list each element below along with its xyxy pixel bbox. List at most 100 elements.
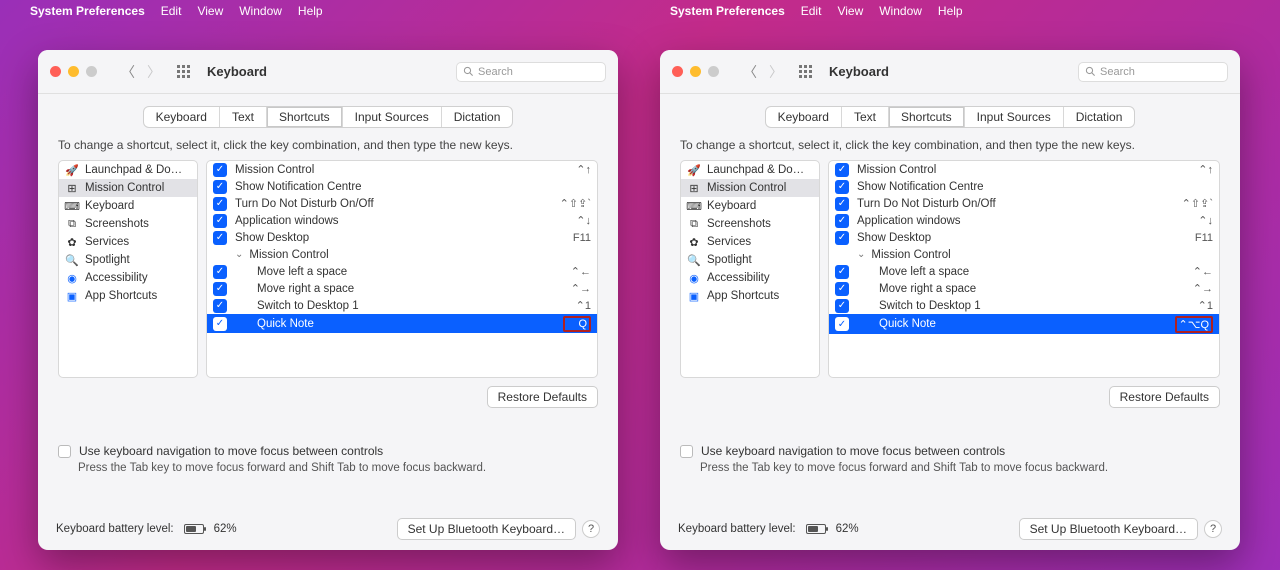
shortcut-row[interactable]: ✓Application windows⌃↓ — [207, 212, 597, 229]
checkbox-icon[interactable]: ✓ — [213, 214, 227, 228]
show-all-icon[interactable] — [177, 65, 191, 79]
forward-button[interactable]: 〉 — [147, 62, 161, 82]
menu-edit[interactable]: Edit — [161, 4, 182, 18]
shortcut-list[interactable]: ✓Mission Control⌃↑ ✓Show Notification Ce… — [206, 160, 598, 378]
checkbox-icon[interactable]: ✓ — [213, 163, 227, 177]
shortcut-row[interactable]: ✓Show DesktopF11 — [829, 229, 1219, 246]
checkbox-icon[interactable]: ✓ — [213, 197, 227, 211]
sidebar-item-launchpad[interactable]: 🚀Launchpad & Do… — [59, 161, 197, 179]
shortcut-group[interactable]: ✓⌄Mission Control — [829, 246, 1219, 263]
shortcut-row[interactable]: ✓Move left a space⌃← — [829, 263, 1219, 280]
shortcut-row[interactable]: ✓Mission Control⌃↑ — [207, 161, 597, 178]
shortcut-row-quick-note[interactable]: ✓Quick Note⌃⌥Q — [829, 314, 1219, 334]
sidebar-item-keyboard[interactable]: ⌨Keyboard — [681, 197, 819, 215]
shortcut-row[interactable]: ✓Mission Control⌃↑ — [829, 161, 1219, 178]
tab-text[interactable]: Text — [842, 107, 889, 127]
sidebar-item-accessibility[interactable]: ◉Accessibility — [681, 269, 819, 287]
sidebar-item-services[interactable]: ✿Services — [59, 233, 197, 251]
menu-window[interactable]: Window — [239, 4, 282, 18]
checkbox-icon[interactable]: ✓ — [213, 265, 227, 279]
tab-input-sources[interactable]: Input Sources — [965, 107, 1064, 127]
shortcut-row[interactable]: ✓Show Notification Centre — [829, 178, 1219, 195]
sidebar-item-spotlight[interactable]: 🔍Spotlight — [681, 251, 819, 269]
back-button[interactable]: 〈 — [121, 62, 135, 82]
shortcut-row[interactable]: ✓Switch to Desktop 1⌃1 — [829, 297, 1219, 314]
tab-shortcuts[interactable]: Shortcuts — [889, 107, 965, 127]
shortcut-row-quick-note[interactable]: ✓Quick NoteQ — [207, 314, 597, 333]
shortcut-row[interactable]: ✓Switch to Desktop 1⌃1 — [207, 297, 597, 314]
menu-view[interactable]: View — [197, 4, 223, 18]
sidebar-item-accessibility[interactable]: ◉Accessibility — [59, 269, 197, 287]
search-field[interactable]: Search — [456, 62, 606, 82]
sidebar-item-app-shortcuts[interactable]: ▣App Shortcuts — [681, 287, 819, 305]
shortcut-group[interactable]: ✓⌄Mission Control — [207, 246, 597, 263]
sidebar-item-spotlight[interactable]: 🔍Spotlight — [59, 251, 197, 269]
close-button[interactable] — [672, 66, 683, 77]
sidebar-item-launchpad[interactable]: 🚀Launchpad & Do… — [681, 161, 819, 179]
shortcut-row[interactable]: ✓Move right a space⌃→ — [829, 280, 1219, 297]
checkbox-icon[interactable]: ✓ — [213, 180, 227, 194]
sidebar-item-app-shortcuts[interactable]: ▣App Shortcuts — [59, 287, 197, 305]
checkbox-icon[interactable]: ✓ — [835, 197, 849, 211]
minimize-button[interactable] — [68, 66, 79, 77]
tab-text[interactable]: Text — [220, 107, 267, 127]
checkbox-icon[interactable]: ✓ — [213, 299, 227, 313]
sidebar-item-keyboard[interactable]: ⌨Keyboard — [59, 197, 197, 215]
checkbox-icon[interactable] — [680, 445, 693, 458]
shortcut-row[interactable]: ✓Show Notification Centre — [207, 178, 597, 195]
menu-help[interactable]: Help — [298, 4, 323, 18]
shortcut-row[interactable]: ✓Move right a space⌃→ — [207, 280, 597, 297]
tab-keyboard[interactable]: Keyboard — [766, 107, 842, 127]
app-menu[interactable]: System Preferences — [30, 4, 145, 18]
help-button[interactable]: ? — [1204, 520, 1222, 538]
menu-window[interactable]: Window — [879, 4, 922, 18]
checkbox-icon[interactable]: ✓ — [835, 282, 849, 296]
minimize-button[interactable] — [690, 66, 701, 77]
menu-view[interactable]: View — [837, 4, 863, 18]
search-field[interactable]: Search — [1078, 62, 1228, 82]
checkbox-icon[interactable]: ✓ — [835, 317, 849, 331]
shortcut-row[interactable]: ✓Move left a space⌃← — [207, 263, 597, 280]
sidebar-item-screenshots[interactable]: ⧉Screenshots — [59, 215, 197, 233]
checkbox-icon[interactable]: ✓ — [213, 231, 227, 245]
shortcut-row[interactable]: ✓Turn Do Not Disturb On/Off⌃⇧⇪` — [829, 195, 1219, 212]
checkbox-icon[interactable]: ✓ — [835, 180, 849, 194]
shortcut-row[interactable]: ✓Show DesktopF11 — [207, 229, 597, 246]
checkbox-icon[interactable]: ✓ — [213, 317, 227, 331]
zoom-button[interactable] — [708, 66, 719, 77]
restore-defaults-button[interactable]: Restore Defaults — [487, 386, 598, 408]
shortcut-row[interactable]: ✓Turn Do Not Disturb On/Off⌃⇧⇪` — [207, 195, 597, 212]
shortcut-value[interactable]: ⌃⌥Q — [1175, 316, 1213, 333]
bluetooth-keyboard-button[interactable]: Set Up Bluetooth Keyboard… — [1019, 518, 1198, 540]
keyboard-nav-checkbox[interactable]: Use keyboard navigation to move focus be… — [680, 444, 1220, 458]
category-sidebar[interactable]: 🚀Launchpad & Do… ⊞Mission Control ⌨Keybo… — [58, 160, 198, 378]
forward-button[interactable]: 〉 — [769, 62, 783, 82]
sidebar-item-services[interactable]: ✿Services — [681, 233, 819, 251]
chevron-down-icon[interactable]: ⌄ — [857, 249, 865, 260]
close-button[interactable] — [50, 66, 61, 77]
checkbox-icon[interactable] — [58, 445, 71, 458]
shortcut-list[interactable]: ✓Mission Control⌃↑ ✓Show Notification Ce… — [828, 160, 1220, 378]
show-all-icon[interactable] — [799, 65, 813, 79]
checkbox-icon[interactable]: ✓ — [835, 214, 849, 228]
checkbox-icon[interactable]: ✓ — [835, 163, 849, 177]
tab-input-sources[interactable]: Input Sources — [343, 107, 442, 127]
zoom-button[interactable] — [86, 66, 97, 77]
menu-help[interactable]: Help — [938, 4, 963, 18]
tab-shortcuts[interactable]: Shortcuts — [267, 107, 343, 127]
checkbox-icon[interactable]: ✓ — [835, 265, 849, 279]
checkbox-icon[interactable]: ✓ — [835, 231, 849, 245]
bluetooth-keyboard-button[interactable]: Set Up Bluetooth Keyboard… — [397, 518, 576, 540]
back-button[interactable]: 〈 — [743, 62, 757, 82]
keyboard-nav-checkbox[interactable]: Use keyboard navigation to move focus be… — [58, 444, 598, 458]
tab-keyboard[interactable]: Keyboard — [144, 107, 220, 127]
tab-dictation[interactable]: Dictation — [1064, 107, 1135, 127]
sidebar-item-mission-control[interactable]: ⊞Mission Control — [59, 179, 197, 197]
chevron-down-icon[interactable]: ⌄ — [235, 249, 243, 260]
category-sidebar[interactable]: 🚀Launchpad & Do… ⊞Mission Control ⌨Keybo… — [680, 160, 820, 378]
shortcut-value[interactable]: Q — [563, 316, 591, 332]
app-menu[interactable]: System Preferences — [670, 4, 785, 18]
checkbox-icon[interactable]: ✓ — [213, 282, 227, 296]
restore-defaults-button[interactable]: Restore Defaults — [1109, 386, 1220, 408]
sidebar-item-screenshots[interactable]: ⧉Screenshots — [681, 215, 819, 233]
